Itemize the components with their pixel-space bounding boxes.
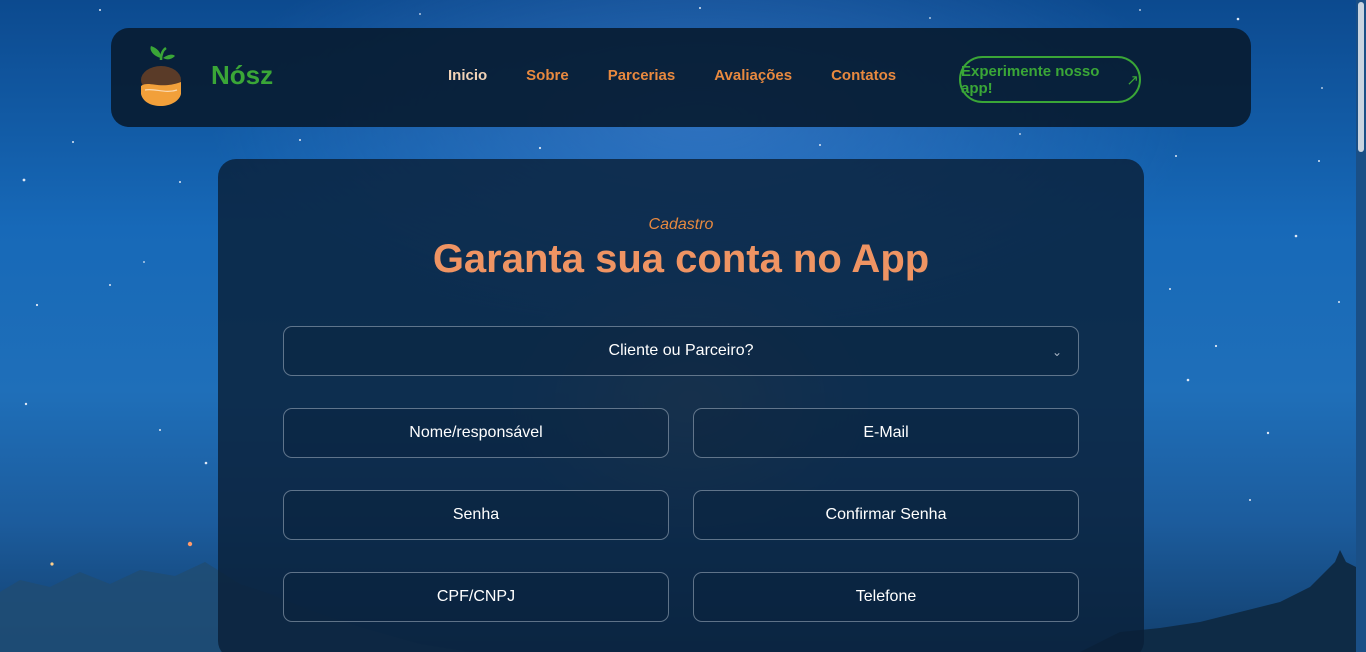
phone-field[interactable]: Telefone [693, 572, 1079, 622]
nav-link-contatos[interactable]: Contatos [831, 67, 896, 84]
form-title: Garanta sua conta no App [432, 237, 930, 281]
document-field-placeholder: CPF/CNPJ [436, 588, 516, 605]
name-field[interactable]: Nome/responsável [283, 408, 669, 458]
email-field-placeholder: E-Mail [863, 424, 909, 441]
nav-links: Inicio Sobre Parcerias Avaliações Contat… [448, 67, 935, 84]
document-field[interactable]: CPF/CNPJ [283, 572, 669, 622]
phone-field-placeholder: Telefone [855, 588, 917, 605]
chevron-down-icon: ⌄ [1051, 345, 1062, 359]
email-field[interactable]: E-Mail [693, 408, 1079, 458]
signup-card: Cadastro Garanta sua conta no App Client… [218, 159, 1144, 652]
section-eyebrow: Cadastro [648, 216, 714, 233]
arrow-up-right-icon: ↗ [1126, 71, 1139, 89]
confirm-password-field-placeholder: Confirmar Senha [825, 506, 947, 523]
nav-link-inicio[interactable]: Inicio [448, 67, 487, 84]
password-field[interactable]: Senha [283, 490, 669, 540]
try-app-button-label: Experimente nosso app! [961, 62, 1100, 97]
confirm-password-field[interactable]: Confirmar Senha [693, 490, 1079, 540]
brand-name[interactable]: Nósz [211, 60, 273, 91]
page-scrollbar[interactable] [1356, 0, 1366, 652]
nav-link-avaliacoes[interactable]: Avaliações [714, 67, 792, 84]
scrollbar-thumb[interactable] [1358, 2, 1364, 152]
account-type-select[interactable]: Cliente ou Parceiro? ⌄ [283, 326, 1079, 376]
try-app-button[interactable]: Experimente nosso app! ↗ [959, 56, 1141, 103]
top-navbar: Nósz Inicio Sobre Parcerias Avaliações C… [111, 28, 1251, 127]
nav-link-parcerias[interactable]: Parcerias [608, 67, 676, 84]
password-field-placeholder: Senha [452, 506, 500, 523]
name-field-placeholder: Nome/responsável [409, 424, 543, 441]
acorn-logo-icon[interactable] [139, 46, 185, 108]
nav-link-sobre[interactable]: Sobre [526, 67, 569, 84]
account-type-selected: Cliente ou Parceiro? [608, 342, 754, 359]
